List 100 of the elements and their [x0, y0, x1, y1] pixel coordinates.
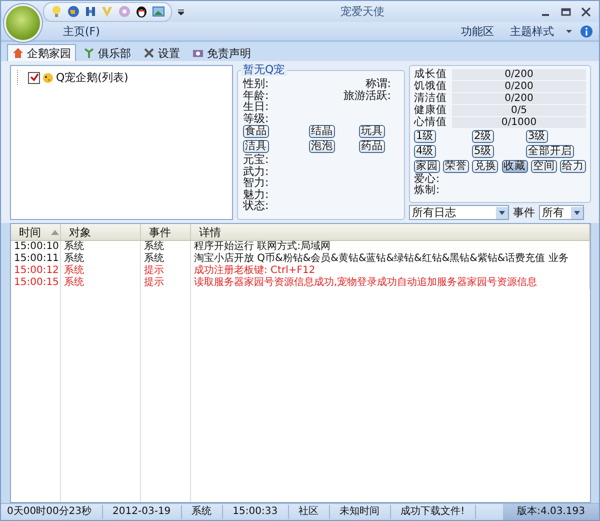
action-button[interactable]: 荣誉 — [443, 160, 470, 173]
field-label: 旅游活跃: — [343, 90, 391, 101]
globe-icon[interactable] — [67, 5, 80, 18]
tab[interactable]: 设置 — [138, 44, 185, 61]
menu-item[interactable]: 主页(F) — [59, 24, 104, 38]
level-button[interactable]: 3级 — [526, 130, 548, 143]
panel-title: 暂无Q宠 — [241, 64, 287, 76]
table-cell: 15:00:11 — [11, 253, 61, 265]
tab[interactable]: 俱乐部 — [78, 44, 136, 61]
field-label: 武力: — [243, 166, 270, 177]
chick-icon — [42, 72, 54, 84]
bulb-icon[interactable] — [50, 5, 63, 18]
version-label: 版本:4.03.193 — [503, 504, 599, 520]
item-button[interactable]: 食品 — [243, 125, 269, 138]
camera-icon — [192, 47, 204, 59]
plant-icon — [83, 47, 95, 59]
table-cell: 15:00:10 — [11, 241, 61, 253]
stat-reading: 0/5 — [510, 105, 528, 116]
table-cell: 系统 — [61, 253, 141, 265]
action-button[interactable]: 家园 — [414, 160, 440, 173]
table-cell: 系统 — [61, 265, 141, 277]
column-header[interactable]: 详情 — [191, 224, 590, 240]
column-header[interactable]: 事件 — [141, 224, 191, 240]
penguin-icon[interactable] — [135, 5, 148, 18]
stat-label: 清洁值 — [414, 93, 448, 104]
status-text: 0天00时00分23秒 — [1, 505, 103, 519]
table-cell: 读取服务器家园号资源信息成功,宠物登录成功自动追加服务器家园号资源信息 — [191, 277, 590, 289]
field-label: 年龄: — [243, 90, 269, 101]
table-cell: 程序开始运行 联网方式:局域网 — [191, 241, 590, 253]
field-label: 元宝: — [243, 154, 270, 166]
table-cell: 提示 — [141, 265, 191, 277]
field-label: 等级: — [243, 112, 269, 124]
maximize-icon[interactable] — [561, 6, 571, 16]
filter-label: 事件 — [513, 205, 535, 220]
field-label: 性别: — [243, 78, 269, 90]
tab[interactable]: 企鹅家园 — [7, 44, 76, 61]
table-cell: 系统 — [61, 277, 141, 289]
status-text: 成功下载文件! — [390, 505, 476, 519]
table-cell: 提示 — [141, 277, 191, 289]
tab[interactable]: 免责声明 — [187, 44, 256, 61]
action-button[interactable]: 兑换 — [472, 160, 498, 173]
table-cell: 15:00:15 — [11, 277, 61, 289]
sort-icon — [51, 230, 59, 234]
stat-label: 饥饿值 — [414, 81, 448, 92]
status-text: 2012-03-19 — [102, 505, 182, 519]
field-label: 状态: — [243, 200, 270, 212]
house-icon — [12, 47, 24, 59]
status-text: 社区 — [288, 505, 330, 519]
stat-reading: 0/1000 — [500, 117, 538, 128]
field-label: 称谓: — [365, 78, 391, 90]
table-cell: 淘宝小店开放 Q币&粉钻&会员&黄钻&蓝钻&绿钻&红钻&黑钻&紫钻&话费充值 业务 — [191, 253, 590, 265]
status-text: 系统 — [182, 505, 223, 519]
stat-reading: 0/200 — [504, 93, 534, 104]
stat-label: 成长值 — [414, 69, 448, 80]
field-label: 魅力: — [243, 188, 270, 200]
info-icon[interactable] — [580, 24, 593, 38]
field-label: 爱心: — [414, 174, 441, 185]
item-button[interactable]: 玩具 — [359, 125, 385, 138]
tree-item[interactable]: Q宠企鹅(列表) — [56, 70, 128, 85]
close-icon[interactable] — [581, 6, 591, 16]
action-button[interactable]: 收藏 — [502, 160, 528, 173]
menu-item[interactable]: 主题样式 — [506, 24, 558, 38]
dropdown-icon[interactable] — [496, 206, 508, 218]
dropdown-icon[interactable] — [178, 8, 184, 14]
item-button[interactable]: 洁具 — [243, 140, 269, 153]
table-cell: 成功注册老板键: Ctrl+F12 — [191, 265, 590, 277]
item-button[interactable]: 泡泡 — [309, 140, 335, 153]
stat-label: 心情值 — [414, 117, 448, 128]
action-button[interactable]: 给力 — [560, 160, 586, 173]
caret-icon[interactable] — [566, 28, 572, 34]
item-button[interactable]: 药品 — [359, 140, 385, 153]
checkbox[interactable] — [28, 72, 40, 84]
table-cell: 系统 — [141, 241, 191, 253]
field-label: 智力: — [243, 177, 270, 188]
field-label: 炼制: — [414, 185, 441, 196]
bars-icon[interactable] — [84, 5, 97, 18]
table-cell: 系统 — [141, 253, 191, 265]
column-header[interactable]: 对象 — [61, 224, 141, 240]
menu-item[interactable]: 功能区 — [457, 24, 498, 38]
image-icon[interactable] — [152, 5, 165, 18]
table-cell: 系统 — [61, 241, 141, 253]
stat-label: 健康值 — [414, 105, 448, 116]
stat-reading: 0/200 — [504, 81, 534, 92]
stat-reading: 0/200 — [504, 69, 534, 80]
level-button[interactable]: 4级 — [414, 145, 436, 158]
column-header[interactable]: 时间 — [11, 224, 61, 240]
level-button[interactable]: 全部开启 — [526, 145, 574, 158]
dropdown-icon[interactable] — [571, 206, 583, 218]
action-button[interactable]: 空间 — [530, 160, 557, 173]
level-button[interactable]: 5级 — [472, 145, 494, 158]
item-button[interactable]: 结晶 — [309, 125, 335, 138]
status-text: 未知时间 — [330, 505, 391, 519]
table-cell: 15:00:12 — [11, 265, 61, 277]
event-filter-dropdown[interactable]: 所有 — [539, 205, 584, 220]
level-button[interactable]: 1级 — [414, 130, 436, 143]
log-filter-dropdown[interactable]: 所有日志 — [409, 205, 509, 220]
status-text: 15:00:33 — [222, 505, 289, 519]
window-title: 宠爱天使 — [340, 4, 386, 19]
level-button[interactable]: 2级 — [472, 130, 494, 143]
field-label: 生日: — [243, 101, 269, 112]
